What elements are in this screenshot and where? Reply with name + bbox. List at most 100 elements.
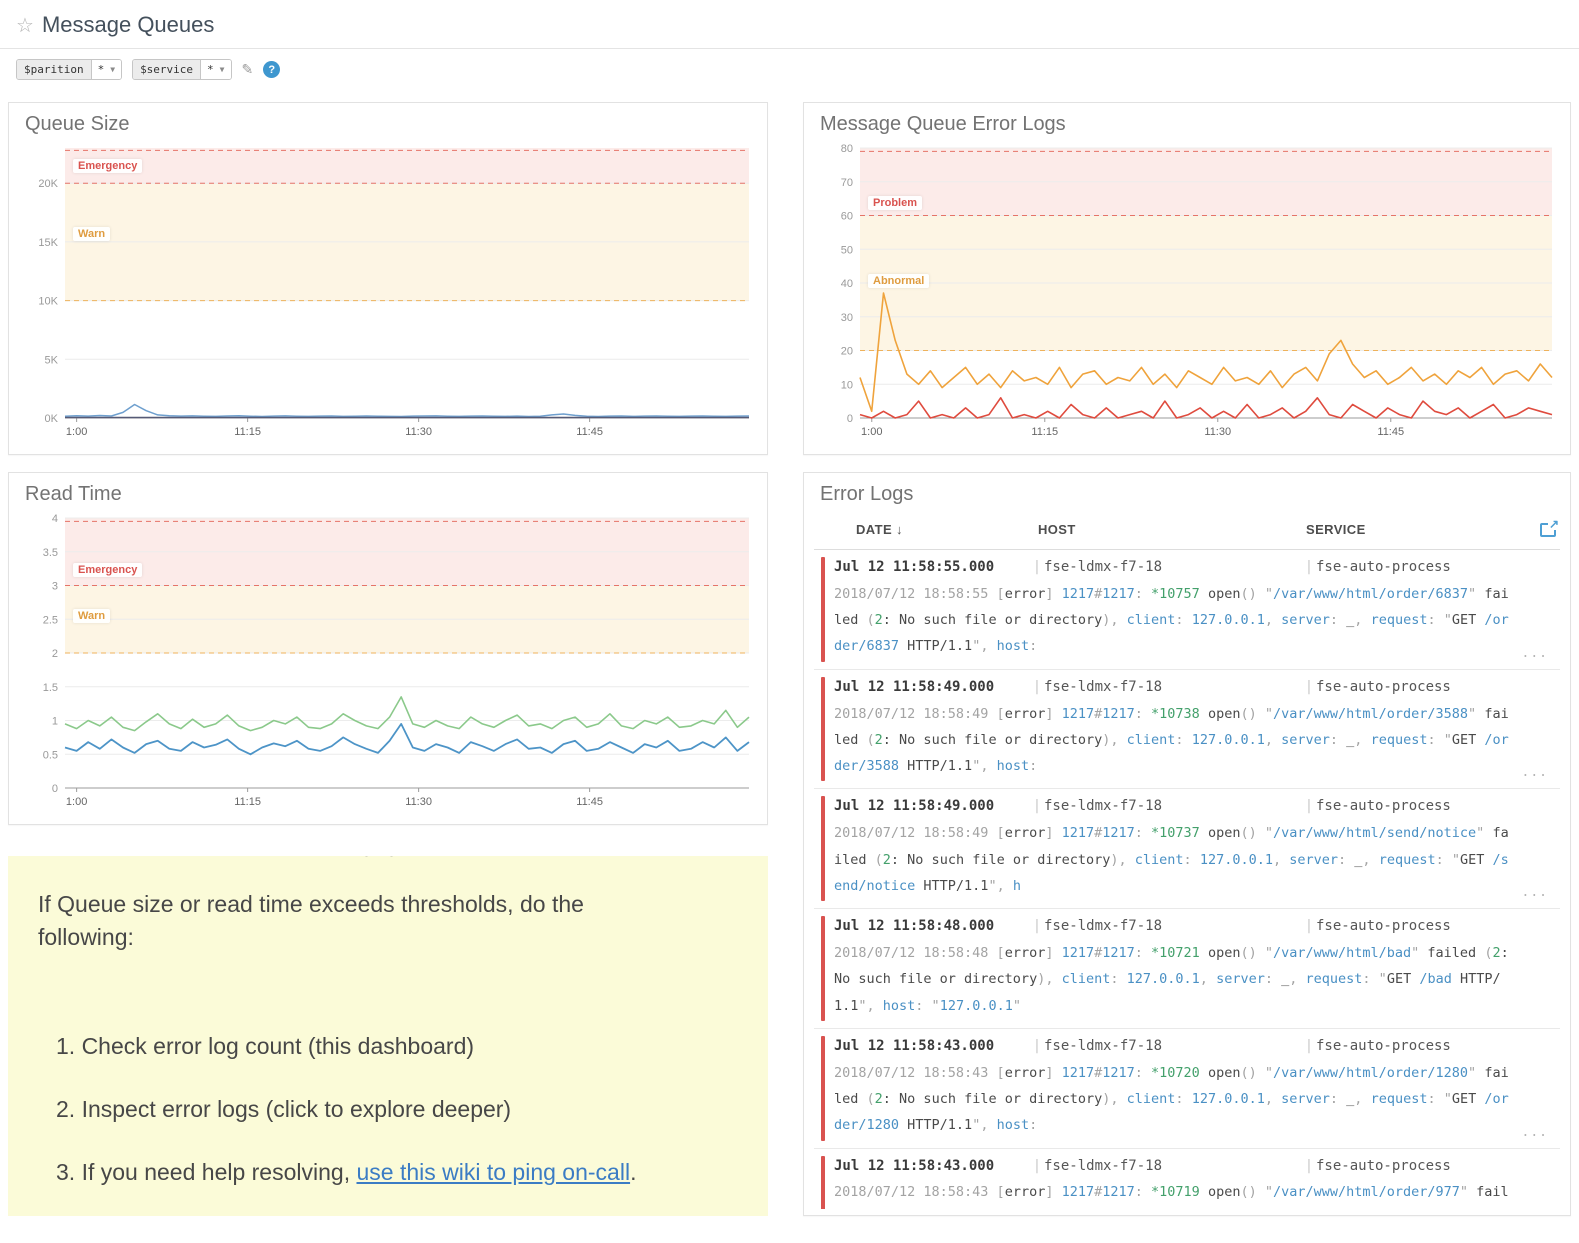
log-meta: Jul 12 11:58:49.000|fse-ldmx-f7-18|fse-a… xyxy=(834,676,1546,700)
severity-bar xyxy=(821,1156,825,1209)
log-meta: Jul 12 11:58:43.000|fse-ldmx-f7-18|fse-a… xyxy=(834,1035,1546,1059)
threshold-label: Warn xyxy=(73,609,110,623)
svg-text:1:00: 1:00 xyxy=(66,796,87,808)
log-host: fse-ldmx-f7-18 xyxy=(1044,1035,1302,1059)
log-service: fse-auto-process xyxy=(1316,1035,1546,1059)
svg-text:3.5: 3.5 xyxy=(43,547,58,559)
svg-text:11:15: 11:15 xyxy=(1031,426,1058,438)
column-divider: | xyxy=(1302,556,1316,580)
column-divider: | xyxy=(1302,915,1316,939)
truncation-ellipsis: ... xyxy=(1522,1125,1548,1140)
threshold-label: Emergency xyxy=(73,563,142,577)
log-table-header: DATE ↓ HOST SERVICE ↗ xyxy=(814,510,1560,550)
panel-queue-size: Queue Size 0K5K10K15K20K1:0011:1511:3011… xyxy=(8,102,768,455)
column-divider: | xyxy=(1030,795,1044,819)
log-row[interactable]: Jul 12 11:58:43.000|fse-ldmx-f7-18|fse-a… xyxy=(814,1029,1560,1149)
threshold-label: Emergency xyxy=(73,159,142,173)
column-divider: | xyxy=(1030,676,1044,700)
queue-size-chart[interactable]: 0K5K10K15K20K1:0011:1511:3011:45Emergenc… xyxy=(19,140,757,440)
log-service: fse-auto-process xyxy=(1316,1155,1546,1179)
edit-pencil-icon[interactable]: ✎ xyxy=(242,61,254,78)
note-item-3-text: 3. If you need help resolving, xyxy=(56,1159,356,1185)
log-date: Jul 12 11:58:49.000 xyxy=(834,795,1030,819)
log-row[interactable]: Jul 12 11:58:43.000|fse-ldmx-f7-18|fse-a… xyxy=(814,1149,1560,1209)
log-row[interactable]: Jul 12 11:58:48.000|fse-ldmx-f7-18|fse-a… xyxy=(814,909,1560,1029)
svg-text:0: 0 xyxy=(52,783,58,795)
right-column: Message Queue Error Logs 010203040506070… xyxy=(803,102,1571,1216)
note-list: 1. Check error log count (this dashboard… xyxy=(38,1033,738,1186)
svg-text:30: 30 xyxy=(841,312,853,324)
column-divider: | xyxy=(1030,1155,1044,1179)
svg-text:0.5: 0.5 xyxy=(43,749,58,761)
note-item-1: 1. Check error log count (this dashboard… xyxy=(56,1033,738,1060)
svg-text:10: 10 xyxy=(841,379,853,391)
log-message: 2018/07/12 18:58:49 [error] 1217#1217: *… xyxy=(834,701,1546,780)
dashboard-header: ☆ Message Queues xyxy=(0,0,1579,49)
panel-title: Queue Size xyxy=(25,113,757,136)
column-host[interactable]: HOST xyxy=(1038,522,1306,537)
read-time-chart[interactable]: 00.511.522.533.541:0011:1511:3011:45Emer… xyxy=(19,510,757,810)
log-message: 2018/07/12 18:58:49 [error] 1217#1217: *… xyxy=(834,820,1546,899)
variable-value-dropdown[interactable]: * ▼ xyxy=(92,60,121,79)
note-item-2: 2. Inspect error logs (click to explore … xyxy=(56,1096,738,1123)
svg-text:11:30: 11:30 xyxy=(405,426,432,438)
severity-bar xyxy=(821,1036,825,1141)
svg-text:2: 2 xyxy=(52,648,58,660)
template-variable-parition[interactable]: $parition * ▼ xyxy=(16,59,122,80)
log-date: Jul 12 11:58:55.000 xyxy=(834,556,1030,580)
column-date[interactable]: DATE ↓ xyxy=(856,522,1038,537)
help-icon[interactable]: ? xyxy=(263,61,280,78)
error-logs-chart[interactable]: 010203040506070801:0011:1511:3011:45Prob… xyxy=(814,140,1560,440)
log-service: fse-auto-process xyxy=(1316,915,1546,939)
panel-error-logs: Error Logs DATE ↓ HOST SERVICE ↗ Jul 12 … xyxy=(803,472,1571,1216)
column-divider: | xyxy=(1302,676,1316,700)
log-rows: Jul 12 11:58:55.000|fse-ldmx-f7-18|fse-a… xyxy=(814,550,1560,1209)
log-row[interactable]: Jul 12 11:58:49.000|fse-ldmx-f7-18|fse-a… xyxy=(814,789,1560,909)
note-intro: If Queue size or read time exceeds thres… xyxy=(38,888,738,955)
panel-title: Message Queue Error Logs xyxy=(820,113,1560,136)
panel-title: Error Logs xyxy=(820,483,1560,506)
svg-text:1:00: 1:00 xyxy=(861,426,882,438)
note-item-3-suffix: . xyxy=(630,1159,636,1185)
svg-text:4: 4 xyxy=(52,513,58,525)
svg-text:11:45: 11:45 xyxy=(576,796,603,808)
truncation-ellipsis: ... xyxy=(1522,885,1548,900)
svg-text:40: 40 xyxy=(841,278,853,290)
svg-text:1.5: 1.5 xyxy=(43,682,58,694)
log-service: fse-auto-process xyxy=(1316,795,1546,819)
log-message: 2018/07/12 18:58:55 [error] 1217#1217: *… xyxy=(834,581,1546,660)
svg-text:1: 1 xyxy=(52,716,58,728)
star-icon[interactable]: ☆ xyxy=(16,13,34,38)
log-meta: Jul 12 11:58:49.000|fse-ldmx-f7-18|fse-a… xyxy=(834,795,1546,819)
svg-text:50: 50 xyxy=(841,244,853,256)
log-row[interactable]: Jul 12 11:58:55.000|fse-ldmx-f7-18|fse-a… xyxy=(814,550,1560,670)
log-host: fse-ldmx-f7-18 xyxy=(1044,676,1302,700)
svg-text:60: 60 xyxy=(841,211,853,223)
log-date: Jul 12 11:58:43.000 xyxy=(834,1155,1030,1179)
chevron-down-icon: ▼ xyxy=(220,65,225,74)
svg-text:20: 20 xyxy=(841,346,853,358)
column-divider: | xyxy=(1030,915,1044,939)
page-title: Message Queues xyxy=(42,12,214,38)
template-variable-service[interactable]: $service * ▼ xyxy=(132,59,231,80)
log-host: fse-ldmx-f7-18 xyxy=(1044,556,1302,580)
left-column: Queue Size 0K5K10K15K20K1:0011:1511:3011… xyxy=(8,102,768,1216)
panel-title: Read Time xyxy=(25,483,757,506)
svg-text:15K: 15K xyxy=(38,237,58,249)
column-service[interactable]: SERVICE xyxy=(1306,522,1528,537)
svg-text:11:30: 11:30 xyxy=(1204,426,1231,438)
open-in-new-icon[interactable]: ↗ xyxy=(1540,523,1556,537)
variable-name: $parition xyxy=(17,60,92,79)
column-divider: | xyxy=(1030,1035,1044,1059)
log-date: Jul 12 11:58:48.000 xyxy=(834,915,1030,939)
variable-value-dropdown[interactable]: * ▼ xyxy=(201,60,230,79)
svg-text:1:00: 1:00 xyxy=(66,426,87,438)
log-host: fse-ldmx-f7-18 xyxy=(1044,795,1302,819)
severity-bar xyxy=(821,916,825,1021)
log-meta: Jul 12 11:58:43.000|fse-ldmx-f7-18|fse-a… xyxy=(834,1155,1546,1179)
log-row[interactable]: Jul 12 11:58:49.000|fse-ldmx-f7-18|fse-a… xyxy=(814,670,1560,790)
column-divider: | xyxy=(1302,1035,1316,1059)
template-variables-bar: $parition * ▼ $service * ▼ ✎ ? xyxy=(0,49,1579,94)
wiki-link[interactable]: use this wiki to ping on-call xyxy=(356,1159,630,1185)
log-host: fse-ldmx-f7-18 xyxy=(1044,1155,1302,1179)
